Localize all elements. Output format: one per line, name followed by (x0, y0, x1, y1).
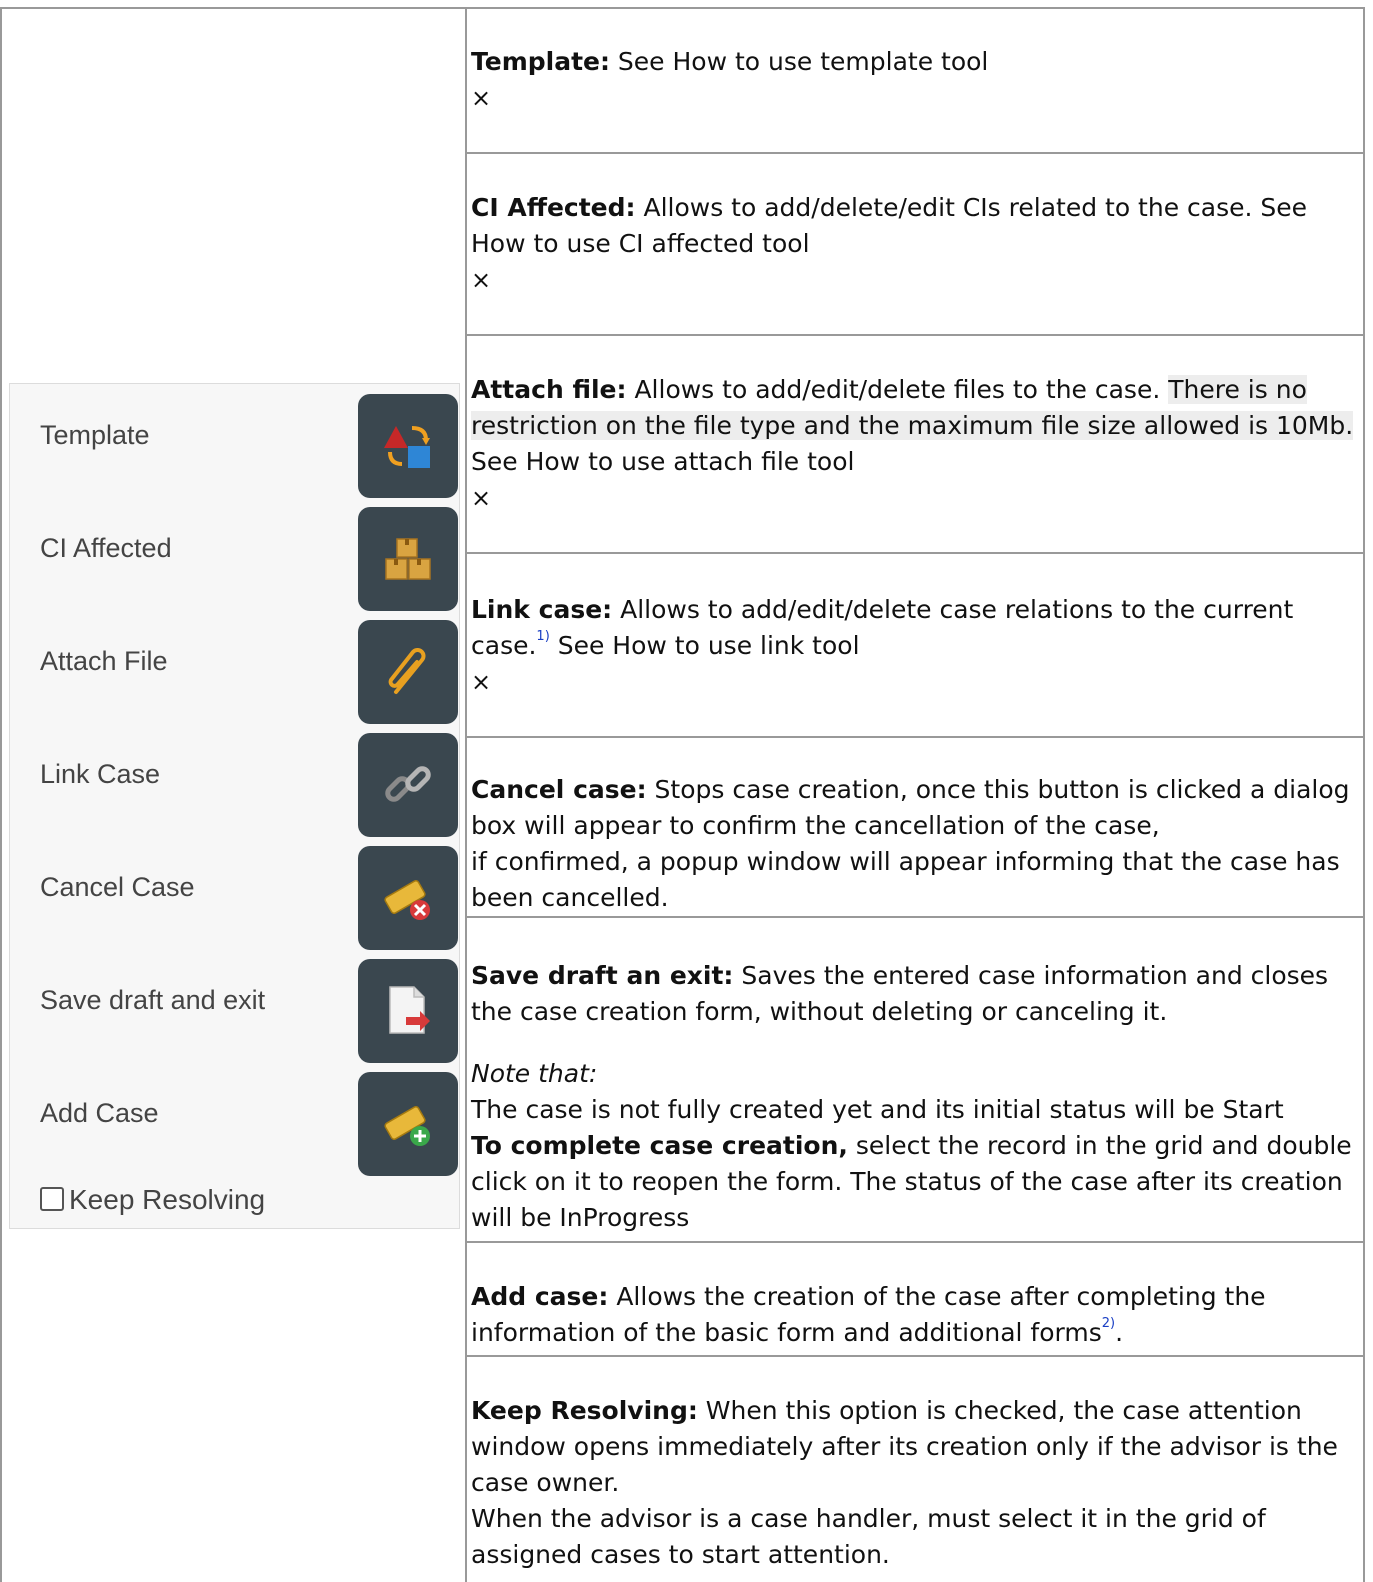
link-case-title: Link case: (471, 595, 613, 624)
toolbar-item-cancel-case[interactable]: Cancel Case (10, 846, 461, 950)
row-divider (465, 334, 1365, 336)
keep-resolving-description: Keep Resolving: When this option is chec… (471, 1393, 1356, 1573)
row-divider (465, 152, 1365, 154)
case-toolbar-panel: Template CI Affected Attach File Link Ca… (9, 383, 460, 1229)
close-icon[interactable]: × (471, 664, 1356, 700)
add-case-description: Add case: Allows the creation of the cas… (471, 1279, 1356, 1351)
ci-affected-button[interactable] (358, 507, 458, 611)
close-icon[interactable]: × (471, 262, 1356, 298)
boxes-icon (385, 538, 431, 580)
attach-file-button[interactable] (358, 620, 458, 724)
add-case-title: Add case: (471, 1282, 609, 1311)
add-case-label: Add Case (40, 1098, 159, 1128)
keep-resolving-label: Keep Resolving (69, 1184, 266, 1215)
note-bold: To complete case creation, (471, 1131, 848, 1160)
table-right-border (1363, 7, 1365, 1582)
document-exit-icon (389, 986, 430, 1034)
footnote-2[interactable]: 2) (1102, 1316, 1115, 1331)
add-case-text-end: . (1115, 1318, 1124, 1347)
link-case-button[interactable] (358, 733, 458, 837)
ci-affected-description: CI Affected: Allows to add/delete/edit C… (471, 190, 1356, 298)
template-button[interactable] (358, 394, 458, 498)
link-case-label: Link Case (40, 759, 161, 789)
close-icon[interactable]: × (471, 80, 1356, 116)
save-draft-label: Save draft and exit (40, 985, 266, 1015)
add-case-button[interactable] (358, 1072, 458, 1176)
footnote-1[interactable]: 1) (536, 629, 549, 644)
note-line-1: The case is not fully created yet and it… (471, 1095, 1284, 1124)
toolbar-item-ci-affected[interactable]: CI Affected (10, 507, 461, 611)
keep-resolving-title: Keep Resolving: (471, 1396, 698, 1425)
row-divider (465, 916, 1365, 918)
toolbar-item-attach-file[interactable]: Attach File (10, 620, 461, 724)
toolbar-item-add-case[interactable]: Add Case (10, 1072, 461, 1176)
table-left-border (0, 7, 2, 1582)
cancel-case-button[interactable] (358, 846, 458, 950)
template-text: See How to use template tool (609, 47, 989, 76)
ticket-add-icon (384, 1106, 430, 1146)
cancel-case-label: Cancel Case (40, 872, 195, 902)
row-divider (465, 1241, 1365, 1243)
attach-file-text-end: See How to use attach file tool (471, 447, 855, 476)
keep-resolving-option[interactable]: Keep Resolving (40, 1184, 265, 1216)
toolbar-item-link-case[interactable]: Link Case (10, 733, 461, 837)
attach-file-title: Attach file: (471, 375, 627, 404)
row-divider (465, 736, 1365, 738)
toolbar-item-template[interactable]: Template (10, 394, 461, 498)
save-draft-description: Save draft an exit: Saves the entered ca… (471, 958, 1356, 1236)
template-title: Template: (471, 47, 610, 76)
link-case-text-end: See How to use link tool (549, 631, 860, 660)
row-divider (465, 1355, 1365, 1357)
chain-link-icon (385, 766, 431, 802)
template-label: Template (40, 420, 150, 450)
save-draft-button[interactable] (358, 959, 458, 1063)
attach-file-label: Attach File (40, 646, 168, 676)
ci-affected-label: CI Affected (40, 533, 172, 563)
paperclip-icon (388, 648, 426, 694)
save-draft-title: Save draft an exit: (471, 961, 734, 990)
ci-affected-title: CI Affected: (471, 193, 636, 222)
attach-file-text: Allows to add/edit/delete files to the c… (626, 375, 1169, 404)
cancel-case-text-2: if confirmed, a popup window will appear… (471, 847, 1340, 912)
template-icon (384, 426, 430, 468)
link-case-description: Link case: Allows to add/edit/delete cas… (471, 592, 1356, 700)
keep-resolving-text-2: When the advisor is a case handler, must… (471, 1504, 1266, 1569)
table-top-border (0, 7, 1365, 9)
toolbar-item-save-draft[interactable]: Save draft and exit (10, 959, 461, 1063)
column-divider (465, 7, 467, 1582)
row-divider (465, 552, 1365, 554)
ticket-cancel-icon (384, 880, 430, 920)
close-icon[interactable]: × (471, 480, 1356, 516)
attach-file-description: Attach file: Allows to add/edit/delete f… (471, 372, 1356, 516)
template-description: Template: See How to use template tool × (471, 44, 1356, 116)
keep-resolving-checkbox[interactable] (40, 1187, 64, 1211)
cancel-case-title: Cancel case: (471, 775, 647, 804)
note-label: Note that: (471, 1059, 598, 1088)
cancel-case-description: Cancel case: Stops case creation, once t… (471, 772, 1356, 916)
